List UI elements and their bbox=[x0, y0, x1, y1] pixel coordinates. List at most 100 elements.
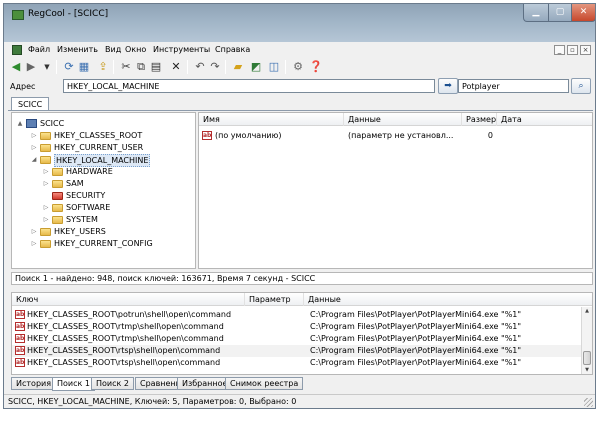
bottom-tab[interactable]: История bbox=[11, 377, 57, 390]
tree-node-label: SCICC bbox=[40, 119, 65, 128]
bottom-tab[interactable]: Поиск 1 bbox=[52, 377, 95, 391]
scroll-up-icon[interactable]: ▲ bbox=[582, 307, 592, 316]
column-header-data[interactable]: Данные bbox=[344, 113, 462, 126]
bottom-tab[interactable]: Поиск 2 bbox=[91, 377, 134, 390]
menu-window[interactable]: Окно bbox=[125, 45, 146, 54]
forward-icon[interactable]: ▶ bbox=[24, 60, 38, 74]
column-header-key[interactable]: Ключ bbox=[12, 293, 245, 306]
search-button[interactable]: ⌕ bbox=[571, 78, 591, 94]
tree-node[interactable]: ▷ HKEY_CURRENT_CONFIG bbox=[16, 238, 195, 249]
result-row[interactable]: ab HKEY_CLASSES_ROOT\potrun\shell\open\co… bbox=[12, 309, 582, 321]
tree-node[interactable]: SECURITY bbox=[16, 190, 195, 201]
undo-icon[interactable]: ↶ bbox=[193, 60, 207, 74]
tree-node[interactable]: ▷ HKEY_USERS bbox=[16, 226, 195, 237]
cut-icon[interactable]: ✂ bbox=[119, 60, 133, 74]
address-label: Адрес bbox=[10, 82, 36, 91]
expand-arrow-icon[interactable]: ▷ bbox=[42, 214, 50, 225]
expand-arrow-icon[interactable]: ▷ bbox=[42, 178, 50, 189]
maximize-button[interactable]: ▢ bbox=[548, 4, 572, 22]
tree-node-label: SAM bbox=[66, 179, 84, 188]
open-folder-icon[interactable]: ▰ bbox=[231, 60, 245, 74]
help-icon[interactable]: ❓ bbox=[309, 60, 323, 74]
delete-icon[interactable]: ✕ bbox=[169, 60, 183, 74]
result-data: C:\Program Files\PotPlayer\PotPlayerMini… bbox=[310, 334, 522, 343]
column-header-size[interactable]: Размер bbox=[462, 113, 497, 126]
tree-node[interactable]: ▷ HARDWARE bbox=[16, 166, 195, 177]
expand-arrow-icon[interactable]: ▷ bbox=[30, 130, 38, 141]
status-bar: SCICC, HKEY_LOCAL_MACHINE, Ключей: 5, Па… bbox=[4, 394, 595, 408]
scroll-thumb[interactable] bbox=[583, 351, 591, 365]
paste-icon[interactable]: ▤ bbox=[149, 60, 163, 74]
values-header: Имя Данные Размер Дата bbox=[199, 113, 592, 126]
redo-icon[interactable]: ↷ bbox=[208, 60, 222, 74]
column-header-date[interactable]: Дата bbox=[497, 113, 592, 126]
tools-icon[interactable]: ⚙ bbox=[291, 60, 305, 74]
result-row[interactable]: ab HKEY_CLASSES_ROOT\rtmp\shell\open\comm… bbox=[12, 321, 582, 333]
close-button[interactable]: ✕ bbox=[571, 4, 595, 22]
expand-arrow-icon[interactable]: ◢ bbox=[30, 154, 38, 165]
expand-arrow-icon[interactable]: ▲ bbox=[16, 118, 24, 129]
folder-icon bbox=[40, 144, 51, 152]
search-icon: ⌕ bbox=[578, 81, 584, 91]
toolbar-separator bbox=[225, 60, 226, 74]
values-list[interactable]: Имя Данные Размер Дата ab (по умолчанию) (… bbox=[198, 112, 593, 269]
expand-arrow-icon[interactable]: ▷ bbox=[42, 166, 50, 177]
result-data: C:\Program Files\PotPlayer\PotPlayerMini… bbox=[310, 358, 522, 367]
folder-icon bbox=[40, 228, 51, 236]
tab-scicc[interactable]: SCICC bbox=[11, 97, 50, 111]
result-row[interactable]: ab HKEY_CLASSES_ROOT\rtmp\shell\open\comm… bbox=[12, 333, 582, 345]
menu-view[interactable]: Вид bbox=[105, 45, 121, 54]
vertical-scrollbar[interactable]: ▲ ▼ bbox=[581, 307, 592, 374]
registry-tree[interactable]: ▲ SCICC ▷ HKEY_CLASSES_ROOT ▷ HKEY_CURRENT_US… bbox=[11, 112, 196, 269]
address-input[interactable]: HKEY_LOCAL_MACHINE bbox=[63, 79, 435, 93]
expand-arrow-icon[interactable]: ▷ bbox=[30, 226, 38, 237]
menu-tools[interactable]: Инструменты bbox=[153, 45, 210, 54]
expand-arrow-icon[interactable]: ▷ bbox=[30, 142, 38, 153]
scroll-down-icon[interactable]: ▼ bbox=[582, 366, 592, 374]
mdi-minimize-button[interactable]: _ bbox=[554, 45, 565, 55]
search-input[interactable]: Potplayer bbox=[458, 79, 569, 93]
registry-snapshot-icon[interactable]: ◩ bbox=[249, 60, 263, 74]
tree-node[interactable]: ▷ HKEY_CURRENT_USER bbox=[16, 142, 195, 153]
back-icon[interactable]: ◀ bbox=[9, 60, 23, 74]
document-icon[interactable] bbox=[12, 45, 22, 55]
tree-node[interactable]: ▷ HKEY_CLASSES_ROOT bbox=[16, 130, 195, 141]
bottom-tab[interactable]: Снимок реестра bbox=[225, 377, 304, 390]
column-header-result-data[interactable]: Данные bbox=[304, 293, 592, 306]
expand-arrow-icon[interactable]: ▷ bbox=[30, 238, 38, 249]
computer-icon bbox=[26, 119, 37, 128]
minimize-button[interactable]: ▁ bbox=[523, 4, 549, 22]
tree-node[interactable]: ▷ SAM bbox=[16, 178, 195, 189]
result-row[interactable]: ab HKEY_CLASSES_ROOT\rtsp\shell\open\comm… bbox=[12, 345, 582, 357]
copy-icon[interactable]: ⧉ bbox=[134, 60, 148, 74]
go-button[interactable]: ➡ bbox=[438, 78, 458, 94]
result-row[interactable]: ab HKEY_CLASSES_ROOT\rtsp\shell\open\comm… bbox=[12, 357, 582, 369]
toolbar-separator bbox=[56, 60, 57, 74]
result-key: HKEY_CLASSES_ROOT\rtsp\shell\open\comman… bbox=[27, 358, 221, 367]
resize-grip[interactable] bbox=[584, 398, 593, 407]
toolbar-separator bbox=[285, 60, 286, 74]
tree-node[interactable]: ▷ SYSTEM bbox=[16, 214, 195, 225]
mdi-close-button[interactable]: × bbox=[580, 45, 591, 55]
menu-file[interactable]: Файл bbox=[28, 45, 50, 54]
menu-edit[interactable]: Изменить bbox=[57, 45, 98, 54]
tree-node-label: SECURITY bbox=[66, 191, 106, 200]
column-header-param[interactable]: Параметр bbox=[245, 293, 304, 306]
mdi-restore-button[interactable]: ▫ bbox=[567, 45, 578, 55]
compare-icon[interactable]: ◫ bbox=[267, 60, 281, 74]
tree-node[interactable]: ▷ SOFTWARE bbox=[16, 202, 195, 213]
result-key: HKEY_CLASSES_ROOT\rtmp\shell\open\comman… bbox=[27, 322, 224, 331]
expand-arrow-icon[interactable]: ▷ bbox=[42, 202, 50, 213]
export-icon[interactable]: ⇪ bbox=[96, 60, 110, 74]
search-results[interactable]: Ключ Параметр Данные ab HKEY_CLASSES_ROOT… bbox=[11, 292, 593, 375]
dropdown-icon[interactable]: ▼ bbox=[40, 60, 54, 74]
tree-node[interactable]: ◢ HKEY_LOCAL_MACHINE bbox=[16, 154, 195, 167]
folder-icon bbox=[52, 204, 63, 212]
registry-icon[interactable]: ▦ bbox=[77, 60, 91, 74]
menu-help[interactable]: Справка bbox=[215, 45, 250, 54]
title-bar[interactable]: RegCool - [SCICC] ▁ ▢ ✕ bbox=[4, 4, 595, 42]
column-header-name[interactable]: Имя bbox=[199, 113, 344, 126]
refresh-icon[interactable]: ⟳ bbox=[62, 60, 76, 74]
tree-node[interactable]: ▲ SCICC bbox=[16, 118, 195, 129]
value-row[interactable]: ab (по умолчанию) (параметр не установл...… bbox=[199, 130, 592, 142]
